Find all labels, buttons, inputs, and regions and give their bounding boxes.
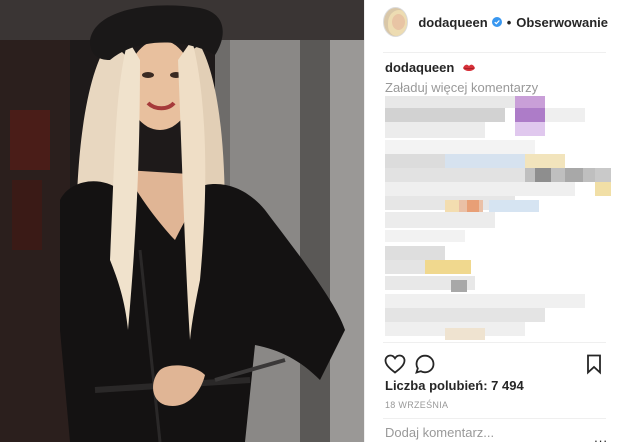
likes-count[interactable]: Liczba polubień: 7 494 xyxy=(385,378,524,393)
verified-badge-icon xyxy=(491,17,502,27)
post-sidebar: dodaqueen • Obserwowanie dodaqueen Załad… xyxy=(364,0,620,442)
post-dialog: dodaqueen • Obserwowanie dodaqueen Załad… xyxy=(0,0,620,442)
post-caption: dodaqueen xyxy=(385,60,476,75)
post-header: dodaqueen • Obserwowanie xyxy=(383,4,608,40)
header-username[interactable]: dodaqueen xyxy=(418,15,487,30)
caption-username[interactable]: dodaqueen xyxy=(385,60,454,75)
blurred-comments-image xyxy=(385,96,611,340)
heart-icon[interactable] xyxy=(383,352,407,376)
header-separator: • xyxy=(506,14,512,30)
load-more-comments-link[interactable]: Załaduj więcej komentarzy xyxy=(385,80,538,95)
header-divider xyxy=(383,52,606,53)
comment-icon[interactable] xyxy=(413,352,437,376)
add-comment-divider xyxy=(383,418,606,419)
lips-icon xyxy=(462,64,475,71)
post-actions xyxy=(383,352,606,378)
post-photo xyxy=(0,0,364,442)
photo-image xyxy=(0,0,364,442)
avatar[interactable] xyxy=(383,7,409,37)
more-options-button[interactable]: ... xyxy=(594,430,608,442)
comments-divider xyxy=(383,342,606,343)
blurred-comments xyxy=(385,96,615,346)
bookmark-icon[interactable] xyxy=(582,352,606,376)
follow-button[interactable]: Obserwowanie xyxy=(516,15,608,30)
add-comment-input[interactable] xyxy=(385,425,585,440)
post-date: 18 WRZEŚNIA xyxy=(385,400,449,410)
